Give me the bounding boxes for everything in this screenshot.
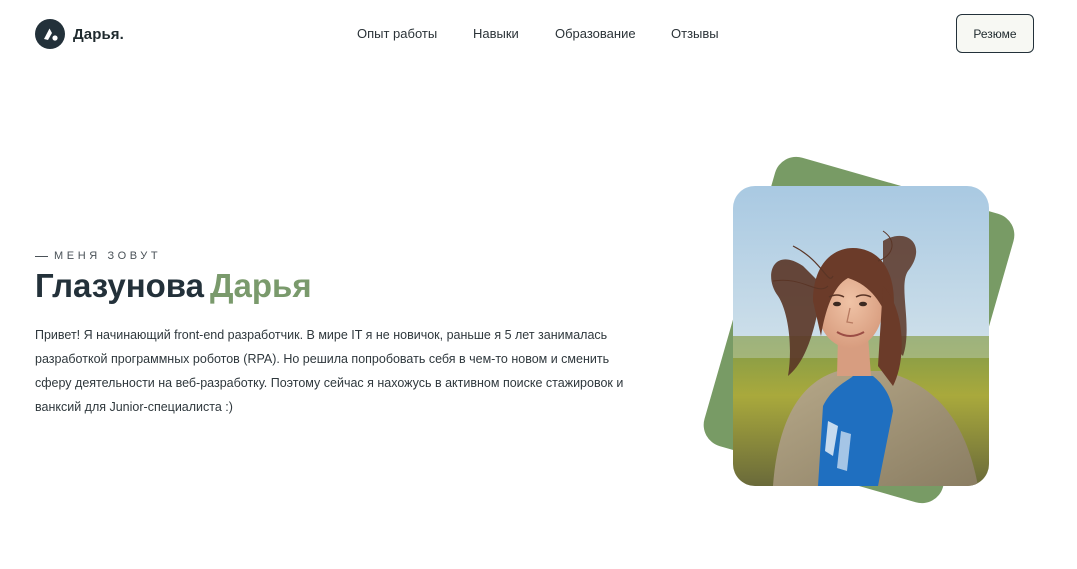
hero-name: Глазунова Дарья	[35, 266, 312, 306]
portrait-photo	[733, 186, 989, 486]
resume-button[interactable]: Резюме	[956, 14, 1034, 53]
nav-item-experience[interactable]: Опыт работы	[357, 26, 437, 41]
photo-block	[698, 151, 1030, 515]
site-header: Дарья. Опыт работы Навыки Образование От…	[0, 0, 1077, 68]
main-nav: Опыт работы Навыки Образование Отзывы	[0, 26, 1077, 42]
nav-item-skills[interactable]: Навыки	[473, 26, 519, 41]
hero-intro: Привет! Я начинающий front-end разработч…	[35, 328, 624, 414]
hero-eyebrow: МЕНЯ ЗОВУТ	[35, 250, 161, 262]
eyebrow-text: МЕНЯ ЗОВУТ	[54, 250, 162, 262]
eyebrow-dash	[35, 255, 48, 257]
hero-first-name: Дарья	[210, 267, 312, 304]
nav-item-reviews[interactable]: Отзывы	[671, 26, 719, 41]
hero-last-name: Глазунова	[35, 267, 205, 304]
nav-item-education[interactable]: Образование	[555, 26, 636, 41]
